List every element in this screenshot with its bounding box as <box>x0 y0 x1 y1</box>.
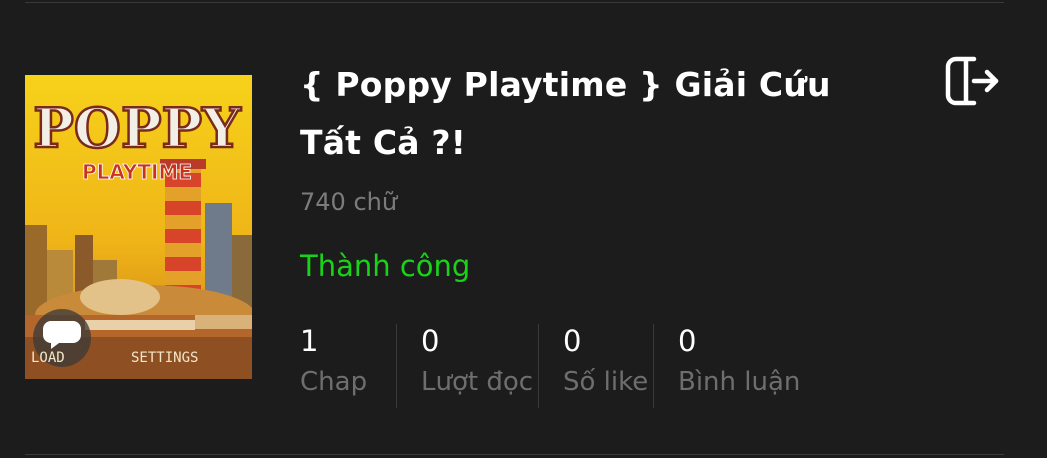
publish-status: Thành công <box>300 249 471 283</box>
stat-label: Lượt đọc <box>421 367 534 397</box>
stat-comments: 0 Bình luận <box>654 322 834 408</box>
story-title[interactable]: { Poppy Playtime } Giải Cứu Tất Cả ?! <box>300 56 900 172</box>
word-count: 740 chữ <box>300 188 398 216</box>
story-cover-image[interactable]: POPPY PLAYTIME LOAD SETTINGS <box>25 75 252 379</box>
stat-value: 1 <box>300 324 319 358</box>
cover-title-text: POPPY <box>33 96 242 160</box>
stat-likes: 0 Số like <box>539 322 653 408</box>
stat-value: 0 <box>563 324 582 358</box>
story-stats: 1 Chap 0 Lượt đọc 0 Số like 0 Bình luận <box>300 322 834 408</box>
top-divider <box>25 2 1004 3</box>
cover-subtitle-text: PLAYTIME <box>82 160 192 184</box>
cover-settings-text: SETTINGS <box>131 350 198 366</box>
stat-label: Bình luận <box>678 367 801 397</box>
bottom-divider <box>25 454 1004 455</box>
stat-label: Số like <box>563 367 649 397</box>
stat-reads: 0 Lượt đọc <box>397 322 538 408</box>
logout-icon[interactable] <box>944 55 1000 107</box>
stat-chapters: 1 Chap <box>300 322 396 408</box>
stat-label: Chap <box>300 367 368 397</box>
stat-value: 0 <box>678 324 697 358</box>
stat-value: 0 <box>421 324 440 358</box>
cover-load-text: LOAD <box>31 350 65 366</box>
